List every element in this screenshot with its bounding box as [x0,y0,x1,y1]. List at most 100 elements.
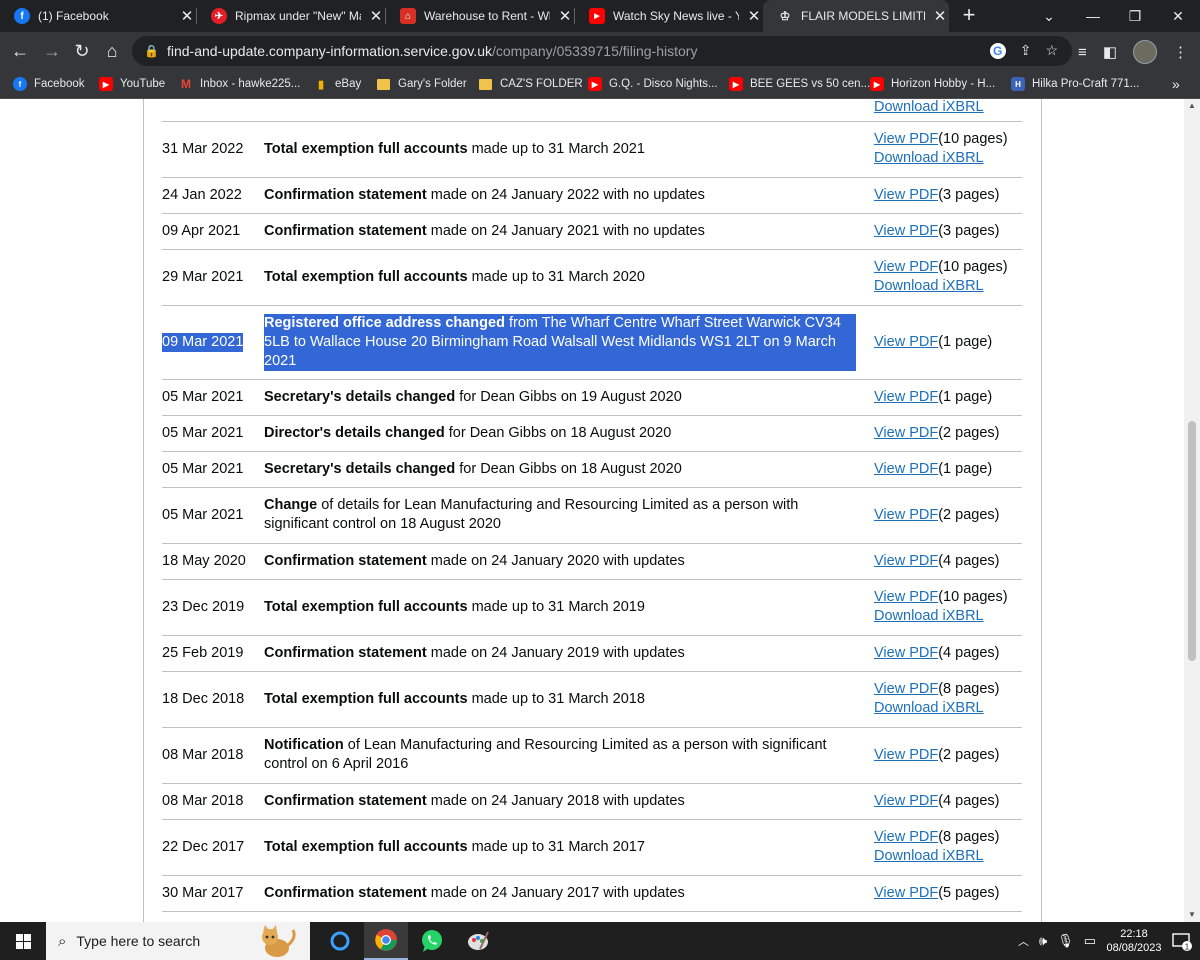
filing-date: 29 Mar 2021 [162,268,244,285]
network-icon[interactable]: ▭ [1084,933,1096,949]
ripmax-icon: ✈ [211,8,227,24]
view-pdf-link[interactable]: View PDF [874,747,938,763]
download-ixbrl-link[interactable]: Download iXBRL [874,99,984,117]
clock[interactable]: 22:18 08/08/2023 [1104,927,1164,955]
filing-links-cell: View PDF(1 page) [874,305,1022,379]
speaker-icon[interactable]: 🕪 [1039,933,1047,949]
download-ixbrl-link[interactable]: Download iXBRL [874,699,999,718]
reload-button[interactable]: ↻ [70,39,94,63]
share-icon[interactable]: ⇪ [1020,42,1032,59]
download-ixbrl-link[interactable]: Download iXBRL [874,607,1008,626]
start-button[interactable] [0,922,46,960]
view-pdf-link[interactable]: View PDF [874,425,938,441]
bookmark-caz-folder[interactable]: CAZ'S FOLDER [479,76,583,92]
view-pdf-link[interactable]: View PDF [874,131,938,147]
view-pdf-link[interactable]: View PDF [874,681,938,697]
view-pdf-link[interactable]: View PDF [874,259,938,275]
view-pdf-link[interactable]: View PDF [874,334,938,350]
tab-facebook[interactable]: f (1) Facebook ✕ [0,0,196,32]
avatar[interactable] [1133,40,1157,64]
filing-links: View PDF(10 pages) Download iXBRL [874,258,1008,296]
close-icon[interactable]: ✕ [178,7,196,25]
bookmark-label: Horizon Hobby - H... [891,78,996,90]
view-pdf-link[interactable]: View PDF [874,553,938,569]
filing-date-cell: 05 Mar 2021 [162,415,258,451]
taskbar-chrome-button[interactable] [364,922,408,960]
bookmark-bee-gees[interactable]: ▶ BEE GEES vs 50 cen... [729,76,870,92]
tab-title: Warehouse to Rent - Wha [424,9,550,23]
filing-description: Total exemption full accounts made up to… [264,598,645,617]
scrollbar-thumb[interactable] [1188,421,1196,661]
tab-flair-models[interactable]: ♔ FLAIR MODELS LIMITED fi ✕ [763,0,949,32]
home-button[interactable]: ⌂ [100,39,124,63]
view-pdf-link[interactable]: View PDF [874,389,938,405]
bookmark-star-icon[interactable]: ☆ [1045,42,1058,59]
more-bookmarks-button[interactable]: » [1172,76,1180,92]
filing-date-cell: 18 May 2020 [162,543,258,579]
cortana-button[interactable] [318,922,362,960]
bookmark-youtube[interactable]: ▶ YouTube [99,76,165,92]
search-icon: ⌕ [58,932,67,950]
restore-button[interactable]: ❐ [1113,0,1157,32]
view-pdf-link[interactable]: View PDF [874,793,938,809]
view-pdf-link[interactable]: View PDF [874,461,938,477]
side-panel-icon[interactable]: ◧ [1103,43,1117,61]
bookmark-inbox[interactable]: M Inbox - hawke225... [179,76,300,92]
show-hidden-icons-icon[interactable]: ︿ [1018,933,1029,949]
download-ixbrl-link[interactable]: Download iXBRL [874,149,1008,168]
tab-sky-news[interactable]: ▶ Watch Sky News live - You ✕ [575,0,763,32]
google-lens-icon[interactable]: G [989,42,1006,59]
filing-description: Secretary's details changed for Dean Gib… [264,388,682,407]
notification-center-button[interactable]: 1 [1164,922,1200,960]
table-row: Download iXBRL [162,99,1022,122]
view-pdf-link[interactable]: View PDF [874,223,938,239]
taskbar-whatsapp-button[interactable] [410,922,454,960]
microphone-icon[interactable]: 🎙 [1057,933,1074,949]
filing-description-cell: Total exemption full accounts made up to… [264,579,856,635]
filing-links-cell: View PDF(8 pages) Download iXBRL [874,819,1022,875]
new-tab-button[interactable]: + [957,4,981,28]
table-row: 08 Mar 2018 Confirmation statement made o… [162,783,1022,820]
scroll-up-icon[interactable]: ▲ [1184,99,1200,113]
filing-description: Director's details changed for Dean Gibb… [264,424,671,443]
download-ixbrl-link[interactable]: Download iXBRL [874,847,999,866]
view-pdf-link[interactable]: View PDF [874,645,938,661]
url-host: find-and-update.company-information.serv… [166,43,492,59]
bookmark-hilka[interactable]: H Hilka Pro-Craft 771... [1011,76,1139,92]
bookmark-garys-folder[interactable]: Gary's Folder [377,76,467,92]
bookmark-disco-nights[interactable]: ▶ G.Q. - Disco Nights... [588,76,718,92]
close-icon[interactable]: ✕ [931,7,949,25]
taskbar-paint-button[interactable] [456,922,500,960]
filing-description: Notification of Lean Manufacturing and R… [264,736,856,774]
bookmark-ebay[interactable]: ▮ eBay [314,76,361,92]
menu-icon[interactable]: ⋮ [1173,43,1188,61]
scroll-down-icon[interactable]: ▼ [1184,908,1200,922]
tab-ripmax[interactable]: ✈ Ripmax under "New" Mar ✕ [197,0,385,32]
tab-search-chevron-icon[interactable]: ⌄ [1027,0,1071,32]
filing-links: View PDF(8 pages) Download iXBRL [874,828,999,866]
address-bar[interactable]: 🔒 find-and-update.company-information.se… [132,36,1072,66]
bookmark-label: G.Q. - Disco Nights... [609,78,718,90]
view-pdf-link[interactable]: View PDF [874,829,938,845]
back-button[interactable]: ← [8,39,32,63]
vertical-scrollbar[interactable]: ▲ ▼ [1184,99,1200,922]
bookmark-horizon-hobby[interactable]: ▶ Horizon Hobby - H... [870,76,995,92]
view-pdf-link[interactable]: View PDF [874,187,938,203]
table-row: 31 Mar 2022 Total exemption full accounts… [162,121,1022,178]
table-row: 23 Dec 2019 Total exemption full accounts… [162,579,1022,636]
minimize-button[interactable]: — [1071,0,1115,32]
tab-warehouse[interactable]: ⌂ Warehouse to Rent - Wha ✕ [386,0,574,32]
close-icon[interactable]: ✕ [367,7,385,25]
view-pdf-link[interactable]: View PDF [874,507,938,523]
bookmark-facebook[interactable]: f Facebook [13,76,85,92]
tab-strip: f (1) Facebook ✕ ✈ Ripmax under "New" Ma… [0,0,1200,32]
view-pdf-link[interactable]: View PDF [874,885,938,901]
close-icon[interactable]: ✕ [745,7,763,25]
filing-date: 09 Apr 2021 [162,222,241,239]
download-ixbrl-link[interactable]: Download iXBRL [874,277,1008,296]
view-pdf-link[interactable]: View PDF [874,589,938,605]
close-window-button[interactable]: ✕ [1156,0,1200,32]
close-icon[interactable]: ✕ [556,7,574,25]
forward-button[interactable]: → [40,39,64,63]
reading-list-icon[interactable]: ≡ [1078,44,1087,61]
